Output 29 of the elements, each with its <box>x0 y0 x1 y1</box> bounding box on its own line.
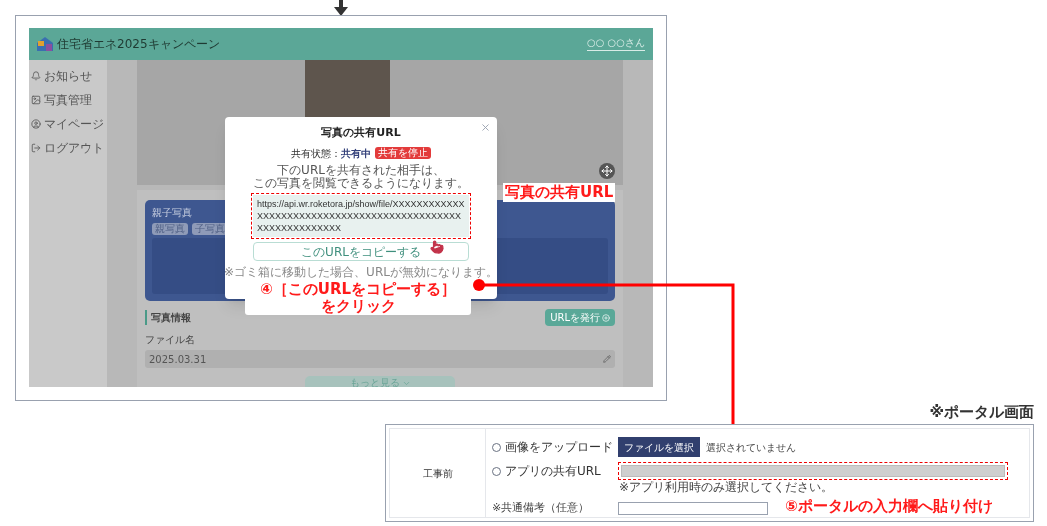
section-label: 工事前 <box>422 466 453 481</box>
option-label: 画像をアップロード <box>505 439 613 456</box>
share-status: 共有状態：共有中 <box>291 146 371 161</box>
card-title: 親子写真 <box>152 207 192 220</box>
url-box[interactable]: https://api.wr.roketora.jp/show/file/XXXXXXXXXXXXXXXXXXXXXXXXXXXXXXXXXXXXXXXXXXXXXXXXXXXXXXXXXXXX <box>253 194 469 237</box>
sidebar-item[interactable]: お知らせ <box>29 68 107 84</box>
url-annotation: 写真の共有URL <box>503 183 616 202</box>
stop-sharing-button[interactable]: 共有を停止 <box>375 146 431 160</box>
sidebar-item[interactable]: 写真管理 <box>29 92 107 108</box>
section-title: 写真情報 <box>145 310 191 325</box>
option-note: ※アプリ利用時のみ選択してください。 <box>619 480 834 495</box>
portal-heading: ※ポータル画面 <box>929 402 1034 423</box>
file-status: 選択されていません <box>706 440 796 455</box>
step4-annotation: ④［このURLをコピーする］ をクリック <box>245 281 471 315</box>
field-label: ファイル名 <box>145 333 196 347</box>
step5-annotation: ⑤ポータルの入力欄へ貼り付け <box>785 496 993 517</box>
dialog-note: ※ゴミ箱に移動した場合、URLが無効になります。 <box>224 263 498 281</box>
remark-label: ※共通備考（任意） <box>492 500 591 516</box>
issue-url-button[interactable]: URLを発行 <box>545 309 615 326</box>
dialog-description: 下のURLを共有された相手は、 この写真を閲覧できるようになります。 <box>253 163 469 190</box>
choose-file-button[interactable]: ファイルを選択 <box>618 437 700 457</box>
dialog-title: 写真の共有URL <box>321 125 401 141</box>
file-name-field[interactable]: 2025.03.31 <box>145 350 615 368</box>
option-label: アプリの共有URL <box>505 463 601 480</box>
sidebar-item[interactable]: ログアウト <box>29 140 107 156</box>
logo-text: 住宅省エネ2025キャンペーン <box>57 38 220 50</box>
copy-url-button[interactable]: このURLをコピーする <box>253 241 469 261</box>
sidebar-item[interactable]: マイページ <box>29 116 107 132</box>
user-name[interactable]: ○○ ○○さん <box>586 37 645 51</box>
